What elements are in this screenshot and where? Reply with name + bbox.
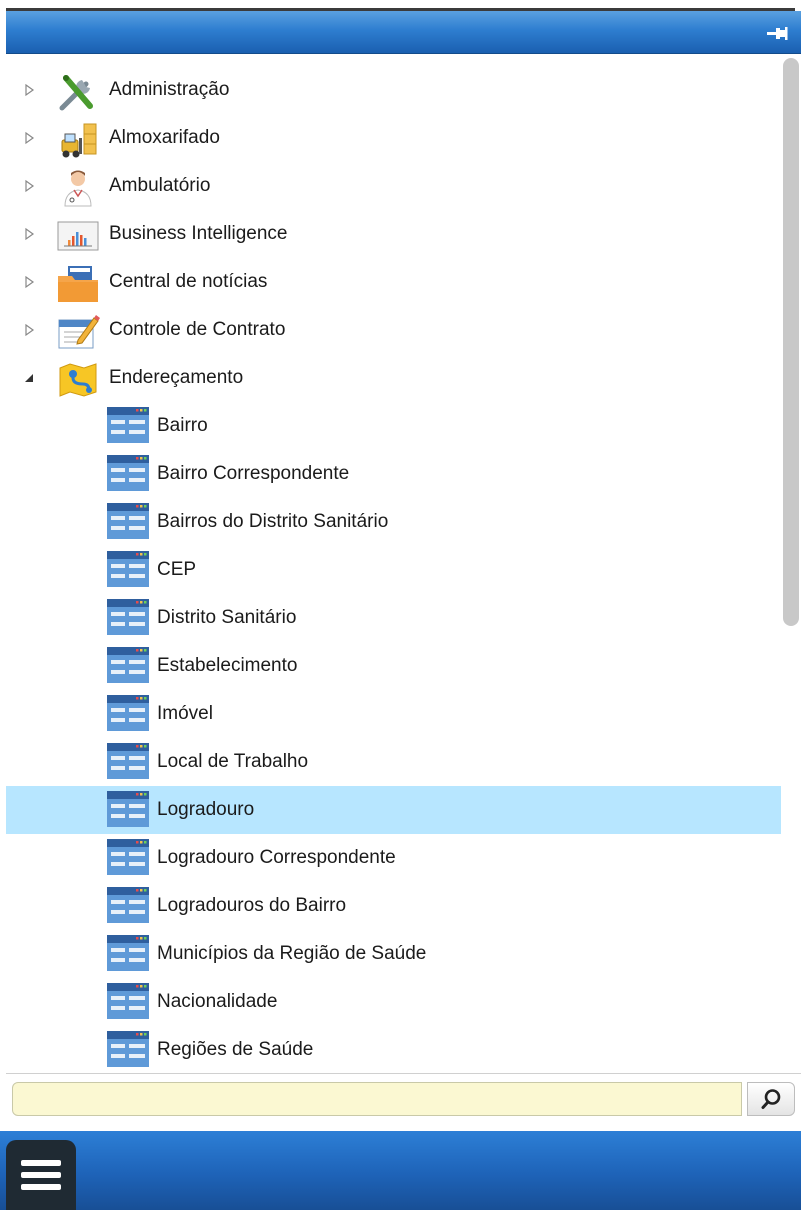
tree-item-label: Ambulatório xyxy=(109,175,211,196)
hamburger-line xyxy=(21,1172,61,1178)
expand-triangle-icon[interactable] xyxy=(22,83,36,97)
tree-item-label: Bairro Correspondente xyxy=(157,463,350,484)
tree-module-row[interactable]: Almoxarifado xyxy=(6,114,781,162)
tree-item-label: Almoxarifado xyxy=(109,127,220,148)
table-icon xyxy=(106,982,150,1019)
tree-leaf-row[interactable]: Imóvel xyxy=(6,690,781,738)
tree-item-label: Regiões de Saúde xyxy=(157,1039,314,1060)
hamburger-line xyxy=(21,1184,61,1190)
tree-item-label: Logradouro xyxy=(157,799,255,820)
scrollbar-thumb[interactable] xyxy=(783,58,799,626)
tree-leaf-row[interactable]: Estabelecimento xyxy=(6,642,781,690)
table-icon xyxy=(106,790,150,827)
search-icon xyxy=(761,1089,781,1109)
tree-leaf-row[interactable]: Distrito Sanitário xyxy=(6,594,781,642)
tree-leaf-row[interactable]: Bairros do Distrito Sanitário xyxy=(6,498,781,546)
chart-icon xyxy=(56,216,100,252)
forklift-icon xyxy=(56,120,100,158)
search-button[interactable] xyxy=(747,1082,795,1116)
tree-item-label: Controle de Contrato xyxy=(109,319,286,340)
expand-triangle-icon[interactable] xyxy=(22,227,36,241)
table-icon xyxy=(106,886,150,923)
tools-icon xyxy=(56,72,100,111)
news-folder-icon xyxy=(56,264,100,302)
tree-leaf-row[interactable]: Municípios da Região de Saúde xyxy=(6,930,781,978)
tree-item-label: Endereçamento xyxy=(109,367,244,388)
pin-icon[interactable] xyxy=(765,23,789,43)
tree-leaf-row[interactable]: Bairro xyxy=(6,402,781,450)
tree-module-row[interactable]: Central de notícias xyxy=(6,258,781,306)
tree-module-row[interactable]: Endereçamento xyxy=(6,354,781,402)
table-icon xyxy=(106,694,150,731)
tree-item-label: Distrito Sanitário xyxy=(157,607,297,628)
tree-item-label: Municípios da Região de Saúde xyxy=(157,943,427,964)
tree-item-label: Estabelecimento xyxy=(157,655,298,676)
table-icon xyxy=(106,838,150,875)
tree-leaf-row[interactable]: Nacionalidade xyxy=(6,978,781,1026)
doctor-icon xyxy=(56,168,100,207)
tree-item-label: CEP xyxy=(157,559,197,580)
hamburger-menu-button[interactable] xyxy=(6,1140,76,1210)
table-icon xyxy=(106,1030,150,1067)
tree-item-label: Bairro xyxy=(157,415,208,436)
expand-triangle-icon[interactable] xyxy=(22,131,36,145)
tree-item-label: Central de notícias xyxy=(109,271,268,292)
search-bar xyxy=(6,1073,801,1132)
expand-triangle-icon[interactable] xyxy=(22,275,36,289)
tree-item-label: Logradouro Correspondente xyxy=(157,847,396,868)
bottom-toolbar xyxy=(0,1131,801,1210)
tree-leaf-row[interactable]: Bairro Correspondente xyxy=(6,450,781,498)
table-icon xyxy=(106,502,150,539)
address-map-icon xyxy=(56,360,100,397)
table-icon xyxy=(106,742,150,779)
expand-triangle-icon[interactable] xyxy=(22,179,36,193)
tree-item-label: Bairros do Distrito Sanitário xyxy=(157,511,389,532)
navigation-tree: Administração Almoxarifado Ambulatório Busi… xyxy=(6,56,781,1071)
tree-leaf-row[interactable]: Logradouro xyxy=(6,786,781,834)
tree-module-row[interactable]: Controle de Contrato xyxy=(6,306,781,354)
contract-pencil-icon xyxy=(56,312,100,349)
table-icon xyxy=(106,454,150,491)
tree-module-row[interactable]: Ambulatório xyxy=(6,162,781,210)
tree-leaf-row[interactable]: Regiões de Saúde xyxy=(6,1026,781,1071)
tree-item-label: Business Intelligence xyxy=(109,223,288,244)
panel-header xyxy=(6,11,801,54)
table-icon xyxy=(106,934,150,971)
table-icon xyxy=(106,598,150,635)
tree-item-label: Logradouros do Bairro xyxy=(157,895,347,916)
table-icon xyxy=(106,550,150,587)
table-icon xyxy=(106,646,150,683)
tree-item-label: Administração xyxy=(109,79,230,100)
tree-item-label: Imóvel xyxy=(157,703,213,724)
table-icon xyxy=(106,406,150,443)
tree-module-row[interactable]: Business Intelligence xyxy=(6,210,781,258)
tree-leaf-row[interactable]: CEP xyxy=(6,546,781,594)
hamburger-menu-icon xyxy=(21,1160,61,1166)
tree-leaf-row[interactable]: Logradouros do Bairro xyxy=(6,882,781,930)
tree-item-label: Local de Trabalho xyxy=(157,751,309,772)
tree-item-label: Nacionalidade xyxy=(157,991,278,1012)
collapse-triangle-icon[interactable] xyxy=(22,371,36,385)
tree-leaf-row[interactable]: Logradouro Correspondente xyxy=(6,834,781,882)
expand-triangle-icon[interactable] xyxy=(22,323,36,337)
tree-leaf-row[interactable]: Local de Trabalho xyxy=(6,738,781,786)
search-input[interactable] xyxy=(12,1082,742,1116)
tree-module-row[interactable]: Administração xyxy=(6,66,781,114)
